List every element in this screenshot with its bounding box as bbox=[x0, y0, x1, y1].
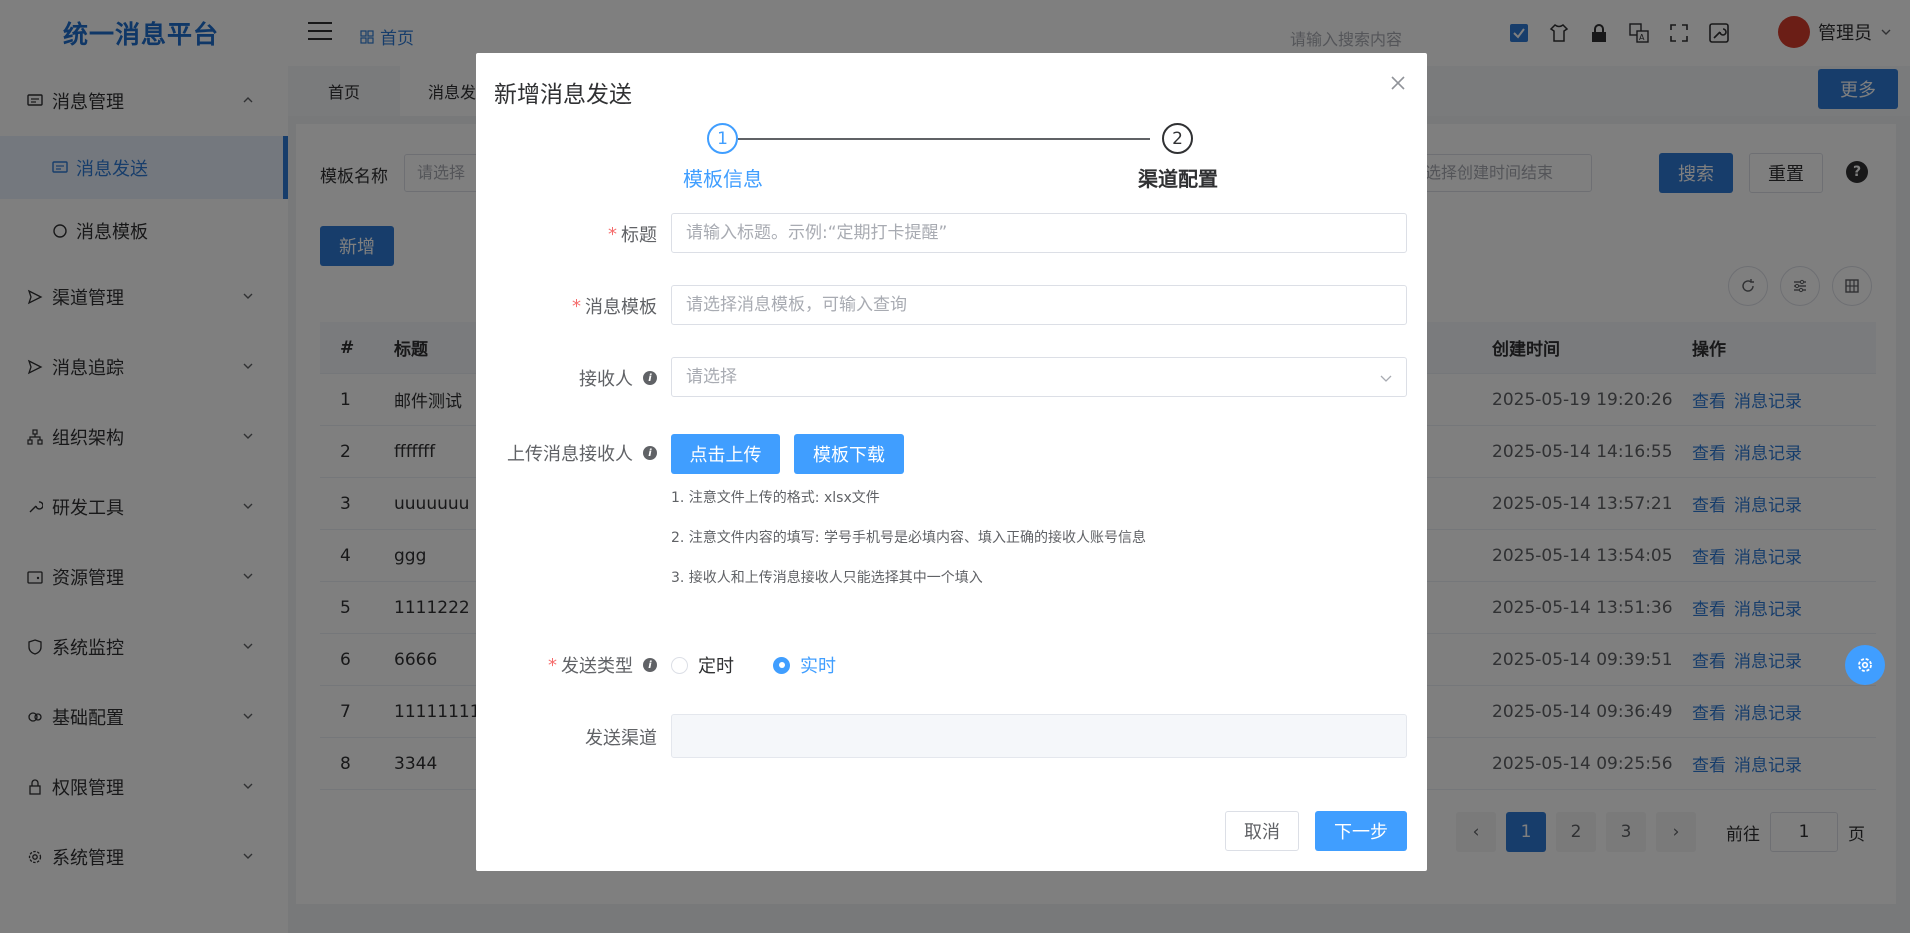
steps: 1 2 模板信息 渠道配置 bbox=[476, 119, 1427, 199]
channel-label: 发送渠道 bbox=[585, 728, 657, 749]
title-label-text: 标题 bbox=[621, 225, 657, 246]
form-row-receiver: 接收人 i 请选择 bbox=[476, 357, 1427, 397]
title-label: * 标题 bbox=[608, 221, 657, 247]
chevron-down-icon bbox=[1380, 375, 1392, 382]
receiver-label-text: 接收人 bbox=[579, 369, 633, 390]
radio-realtime[interactable]: 实时 bbox=[773, 652, 836, 678]
upload-label: 上传消息接收人 i bbox=[507, 440, 657, 466]
receiver-label: 接收人 i bbox=[579, 365, 657, 391]
add-message-dialog: 新增消息发送 1 2 模板信息 渠道配置 * 标题 请输入标题。示例:“定期打卡提… bbox=[476, 53, 1427, 871]
info-icon[interactable]: i bbox=[643, 371, 657, 385]
send-type-label: * 发送类型 i bbox=[548, 652, 657, 678]
radio-realtime-label: 实时 bbox=[800, 656, 836, 677]
upload-label-text: 上传消息接收人 bbox=[507, 444, 633, 465]
step-2-circle: 2 bbox=[1162, 123, 1193, 154]
receiver-placeholder: 请选择 bbox=[686, 367, 737, 387]
channel-input bbox=[671, 714, 1407, 758]
send-type-label-text: 发送类型 bbox=[561, 656, 633, 677]
template-select[interactable]: 请选择消息模板，可输入查询 bbox=[671, 285, 1407, 325]
step-1-circle: 1 bbox=[707, 123, 738, 154]
radio-scheduled-label: 定时 bbox=[698, 656, 734, 677]
form-row-send-type: * 发送类型 i 定时 实时 bbox=[476, 650, 1427, 680]
cancel-button[interactable]: 取消 bbox=[1225, 811, 1299, 851]
upload-button[interactable]: 点击上传 bbox=[671, 434, 780, 474]
upload-note-1: 1. 注意文件上传的格式: xlsx文件 bbox=[671, 490, 880, 506]
form-row-title: * 标题 请输入标题。示例:“定期打卡提醒” bbox=[476, 213, 1427, 253]
next-step-button[interactable]: 下一步 bbox=[1315, 811, 1407, 851]
form-row-template: * 消息模板 请选择消息模板，可输入查询 bbox=[476, 285, 1427, 325]
info-icon[interactable]: i bbox=[643, 446, 657, 460]
info-icon[interactable]: i bbox=[643, 658, 657, 672]
template-label-text: 消息模板 bbox=[585, 297, 657, 318]
radio-dot bbox=[773, 656, 790, 674]
close-icon[interactable] bbox=[1388, 73, 1408, 93]
floating-settings-button[interactable] bbox=[1845, 645, 1885, 685]
receiver-select[interactable]: 请选择 bbox=[671, 357, 1407, 397]
title-input[interactable]: 请输入标题。示例:“定期打卡提醒” bbox=[671, 213, 1407, 253]
form-row-upload: 上传消息接收人 i 点击上传 模板下载 bbox=[476, 434, 1427, 474]
radio-scheduled[interactable]: 定时 bbox=[671, 652, 734, 678]
template-label: * 消息模板 bbox=[572, 293, 657, 319]
dialog-title: 新增消息发送 bbox=[494, 82, 632, 108]
gear-icon bbox=[1858, 658, 1872, 672]
upload-note-3: 3. 接收人和上传消息接收人只能选择其中一个填入 bbox=[671, 570, 983, 586]
step-1-label: 模板信息 bbox=[683, 167, 763, 191]
template-download-button[interactable]: 模板下载 bbox=[794, 434, 904, 474]
form-row-channel: 发送渠道 bbox=[476, 714, 1427, 758]
step-connector bbox=[738, 138, 1150, 140]
radio-dot bbox=[671, 656, 688, 674]
step-2-label: 渠道配置 bbox=[1138, 167, 1218, 191]
upload-note-2: 2. 注意文件内容的填写: 学号手机号是必填内容、填入正确的接收人账号信息 bbox=[671, 530, 1146, 546]
